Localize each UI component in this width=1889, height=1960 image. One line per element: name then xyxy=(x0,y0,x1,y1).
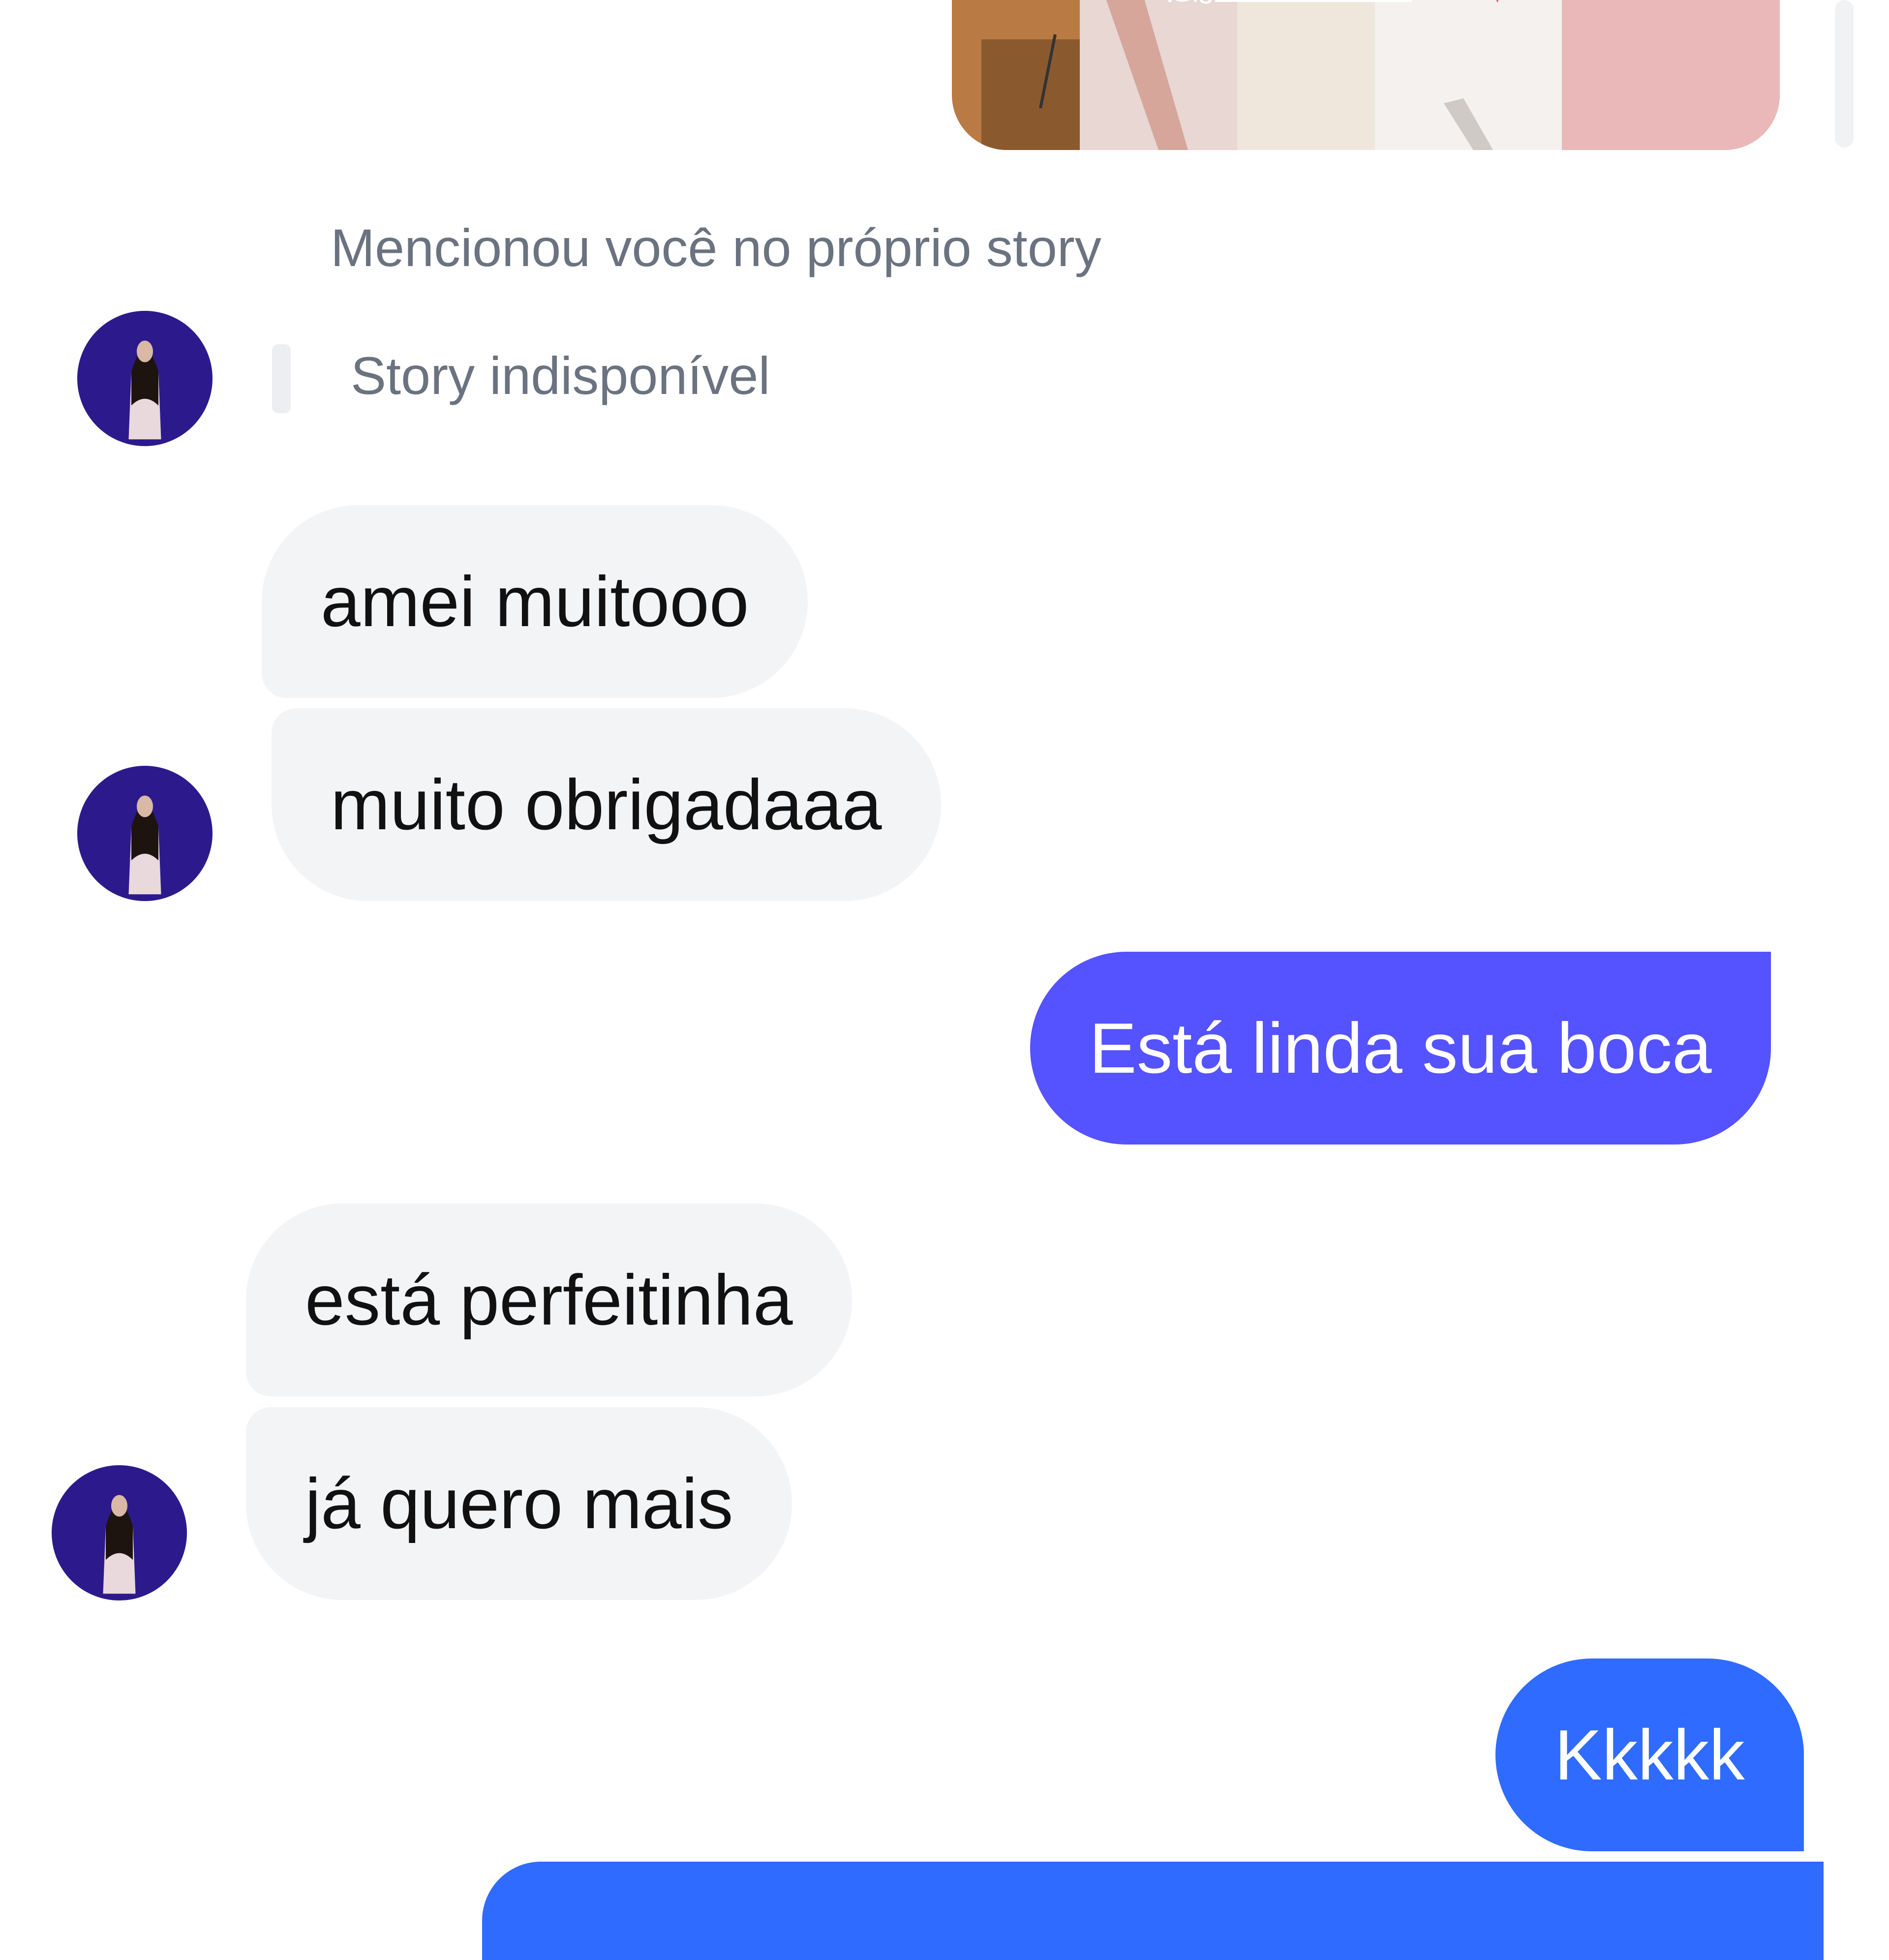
avatar-photo xyxy=(77,311,213,446)
contact-avatar[interactable] xyxy=(52,1465,187,1600)
message-bubble-outgoing[interactable]: Kkkkk xyxy=(1495,1658,1804,1851)
avatar-photo xyxy=(77,766,213,901)
message-text: Está linda sua boca xyxy=(1089,1008,1712,1088)
message-text: amei muitooo xyxy=(321,561,749,641)
message-text: Kkkkk xyxy=(1554,1715,1745,1795)
message-bubble-outgoing[interactable]: Está linda sua boca xyxy=(1030,952,1771,1145)
message-bubble-outgoing-partial[interactable] xyxy=(482,1862,1824,1960)
avatar-photo xyxy=(52,1465,187,1600)
message-text: muito obrigadaaa xyxy=(331,764,882,844)
heart-icon: ♥ xyxy=(1488,0,1507,10)
contact-avatar[interactable] xyxy=(77,311,213,446)
story-mention-caption[interactable]: @giovannabastosx xyxy=(1168,0,1412,4)
message-bubble-incoming[interactable]: já quero mais xyxy=(246,1407,792,1600)
message-text: está perfeitinha xyxy=(305,1260,793,1340)
story-photo xyxy=(952,0,1780,150)
story-reply-bar xyxy=(272,344,291,413)
story-image-preview[interactable]: @giovannabastosx ♥ xyxy=(952,0,1780,150)
message-bubble-incoming[interactable]: muito obrigadaaa xyxy=(272,708,941,901)
message-bubble-incoming[interactable]: amei muitooo xyxy=(262,505,808,698)
story-mention-notice: Mencionou você no próprio story xyxy=(331,218,1101,277)
message-text: já quero mais xyxy=(305,1463,733,1543)
story-unavailable-label: Story indisponível xyxy=(351,346,770,405)
contact-avatar[interactable] xyxy=(77,766,213,901)
message-bubble-incoming[interactable]: está perfeitinha xyxy=(246,1204,852,1396)
scrollbar[interactable] xyxy=(1835,0,1854,148)
